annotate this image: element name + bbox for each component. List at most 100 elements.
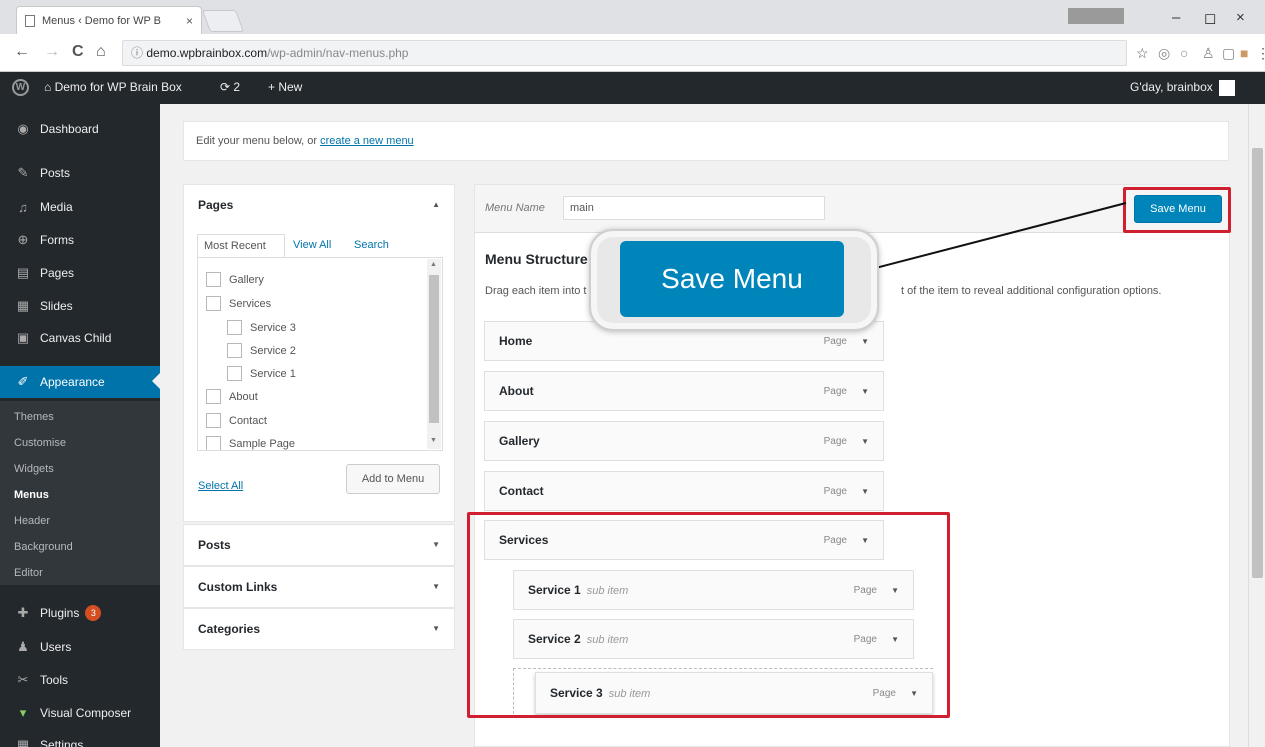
new-tab-button[interactable] (201, 10, 245, 32)
sidebar-item-settings[interactable]: ▦ Settings (0, 730, 160, 747)
checkbox[interactable] (206, 296, 221, 311)
submenu-widgets[interactable]: Widgets (14, 463, 54, 475)
admin-bar-updates[interactable]: ⟳ 2 (220, 80, 240, 94)
close-window-icon[interactable]: × (1236, 9, 1245, 26)
checkbox[interactable] (206, 436, 221, 450)
checklist-scroll-thumb[interactable] (429, 275, 439, 423)
checkbox[interactable] (227, 366, 242, 381)
admin-bar-site[interactable]: ⌂ Demo for WP Brain Box (44, 80, 182, 94)
forms-icon: ⊕ (17, 232, 29, 247)
notice-text: Edit your menu below, or (196, 135, 321, 147)
checklist-scrollbar[interactable]: ▲ ▼ (427, 259, 441, 449)
tab-close-icon[interactable]: × (186, 14, 193, 28)
address-bar-row: ← → C ⌂ ⓘ demo.wpbrainbox.com/wp-admin/n… (0, 34, 1265, 72)
admin-bar-account[interactable]: G'day, brainbox (1130, 80, 1235, 96)
sidebar-item-canvas-child[interactable]: ▣ Canvas Child (0, 323, 160, 353)
menu-dots-icon[interactable]: ⋮ (1256, 45, 1265, 62)
list-item[interactable]: Services (206, 296, 271, 311)
sidebar-item-users[interactable]: ♟ Users (0, 632, 160, 662)
dropdown-arrow-icon[interactable]: ▼ (861, 437, 869, 446)
menu-item-title: Home (499, 334, 533, 348)
sidebar-item-dashboard[interactable]: ◉ Dashboard (0, 114, 160, 144)
menu-item-title: Contact (499, 484, 544, 498)
dropdown-arrow-icon[interactable]: ▼ (861, 387, 869, 396)
scrollbar-thumb[interactable] (1252, 148, 1263, 578)
copy-icon[interactable]: ▢ (1222, 45, 1235, 62)
magnifier-icon[interactable]: ○ (1180, 45, 1188, 61)
document-icon (25, 14, 35, 27)
url-field[interactable]: ⓘ demo.wpbrainbox.com/wp-admin/nav-menus… (122, 40, 1127, 66)
select-all-link[interactable]: Select All (198, 480, 243, 492)
posts-metabox[interactable]: Posts ▼ (183, 524, 455, 566)
home-icon[interactable]: ⌂ (96, 43, 106, 61)
checkbox[interactable] (206, 272, 221, 287)
submenu-background[interactable]: Background (14, 541, 73, 553)
sidebar-item-tools[interactable]: ✂ Tools (0, 665, 160, 695)
list-item[interactable]: About (206, 389, 258, 404)
list-item[interactable]: Gallery (206, 272, 264, 287)
url-path: /wp-admin/nav-menus.php (267, 46, 409, 60)
sidebar-item-visual-composer[interactable]: ▾ Visual Composer (0, 698, 160, 728)
extension-icon[interactable]: ■ (1240, 45, 1248, 61)
menu-item-type: Page (823, 485, 847, 497)
menu-item-about[interactable]: About Page ▼ (484, 371, 884, 411)
back-icon[interactable]: ← (14, 43, 30, 61)
sidebar-item-appearance[interactable]: ✐ Appearance (0, 366, 160, 398)
tab-search[interactable]: Search (354, 234, 389, 256)
sidebar-item-plugins[interactable]: ✚ Plugins 3 (0, 598, 160, 628)
sidebar-label: Tools (40, 673, 69, 687)
wordpress-logo-icon[interactable]: W (12, 79, 29, 96)
browser-tab[interactable]: Menus ‹ Demo for WP B × (16, 6, 202, 34)
checkbox[interactable] (206, 413, 221, 428)
submenu-customise[interactable]: Customise (14, 437, 66, 449)
profile-badge[interactable] (1068, 8, 1124, 24)
scroll-down-icon[interactable]: ▼ (430, 437, 437, 444)
menu-item-contact[interactable]: Contact Page ▼ (484, 471, 884, 511)
submenu-header[interactable]: Header (14, 515, 50, 527)
submenu-themes[interactable]: Themes (14, 411, 54, 423)
menu-item-gallery[interactable]: Gallery Page ▼ (484, 421, 884, 461)
brush-icon: ✐ (17, 374, 29, 389)
page-scrollbar[interactable] (1248, 104, 1265, 747)
sidebar-item-slides[interactable]: ▦ Slides (0, 291, 160, 321)
add-to-menu-button[interactable]: Add to Menu (346, 464, 440, 494)
menu-name-input[interactable]: main (563, 196, 825, 220)
services-highlight-box (467, 512, 950, 718)
list-item[interactable]: Service 2 (227, 343, 296, 358)
scroll-up-icon[interactable]: ▲ (430, 261, 437, 268)
maximize-icon[interactable]: ◻ (1204, 9, 1216, 27)
list-item[interactable]: Service 1 (227, 366, 296, 381)
list-item[interactable]: Sample Page (206, 436, 295, 450)
dropdown-arrow-icon[interactable]: ▼ (861, 487, 869, 496)
camera-icon[interactable]: ◎ (1158, 45, 1170, 62)
updates-icon: ⟳ (220, 80, 234, 94)
list-item[interactable]: Contact (206, 413, 267, 428)
save-menu-callout: Save Menu (620, 241, 844, 317)
reload-icon[interactable]: C (72, 43, 84, 61)
sidebar-item-forms[interactable]: ⊕ Forms (0, 225, 160, 255)
admin-bar-new[interactable]: + New (268, 80, 302, 94)
tab-most-recent[interactable]: Most Recent (197, 234, 285, 258)
puzzle-icon[interactable]: ♙ (1202, 45, 1215, 62)
tab-view-all[interactable]: View All (293, 234, 331, 256)
checkbox[interactable] (227, 343, 242, 358)
menu-structure-desc-cont: t of the item to reveal additional confi… (901, 285, 1162, 297)
sidebar-item-media[interactable]: ♫ Media (0, 192, 160, 222)
forward-icon[interactable]: → (44, 43, 60, 61)
pages-metabox-header[interactable]: Pages ▲ (184, 185, 454, 225)
star-icon[interactable]: ☆ (1136, 45, 1149, 62)
dropdown-arrow-icon[interactable]: ▼ (861, 337, 869, 346)
checkbox[interactable] (206, 389, 221, 404)
create-new-menu-link[interactable]: create a new menu (320, 135, 414, 147)
page-label: Service 3 (250, 321, 296, 334)
sidebar-item-posts[interactable]: ✎ Posts (0, 158, 160, 188)
appearance-submenu: Themes Customise Widgets Menus Header Ba… (0, 401, 160, 585)
categories-metabox[interactable]: Categories ▼ (183, 608, 455, 650)
submenu-editor[interactable]: Editor (14, 567, 43, 579)
checkbox[interactable] (227, 320, 242, 335)
minimize-icon[interactable]: – (1172, 9, 1180, 26)
sidebar-item-pages[interactable]: ▤ Pages (0, 258, 160, 288)
list-item[interactable]: Service 3 (227, 320, 296, 335)
custom-links-metabox[interactable]: Custom Links ▼ (183, 566, 455, 608)
submenu-menus[interactable]: Menus (14, 489, 49, 501)
